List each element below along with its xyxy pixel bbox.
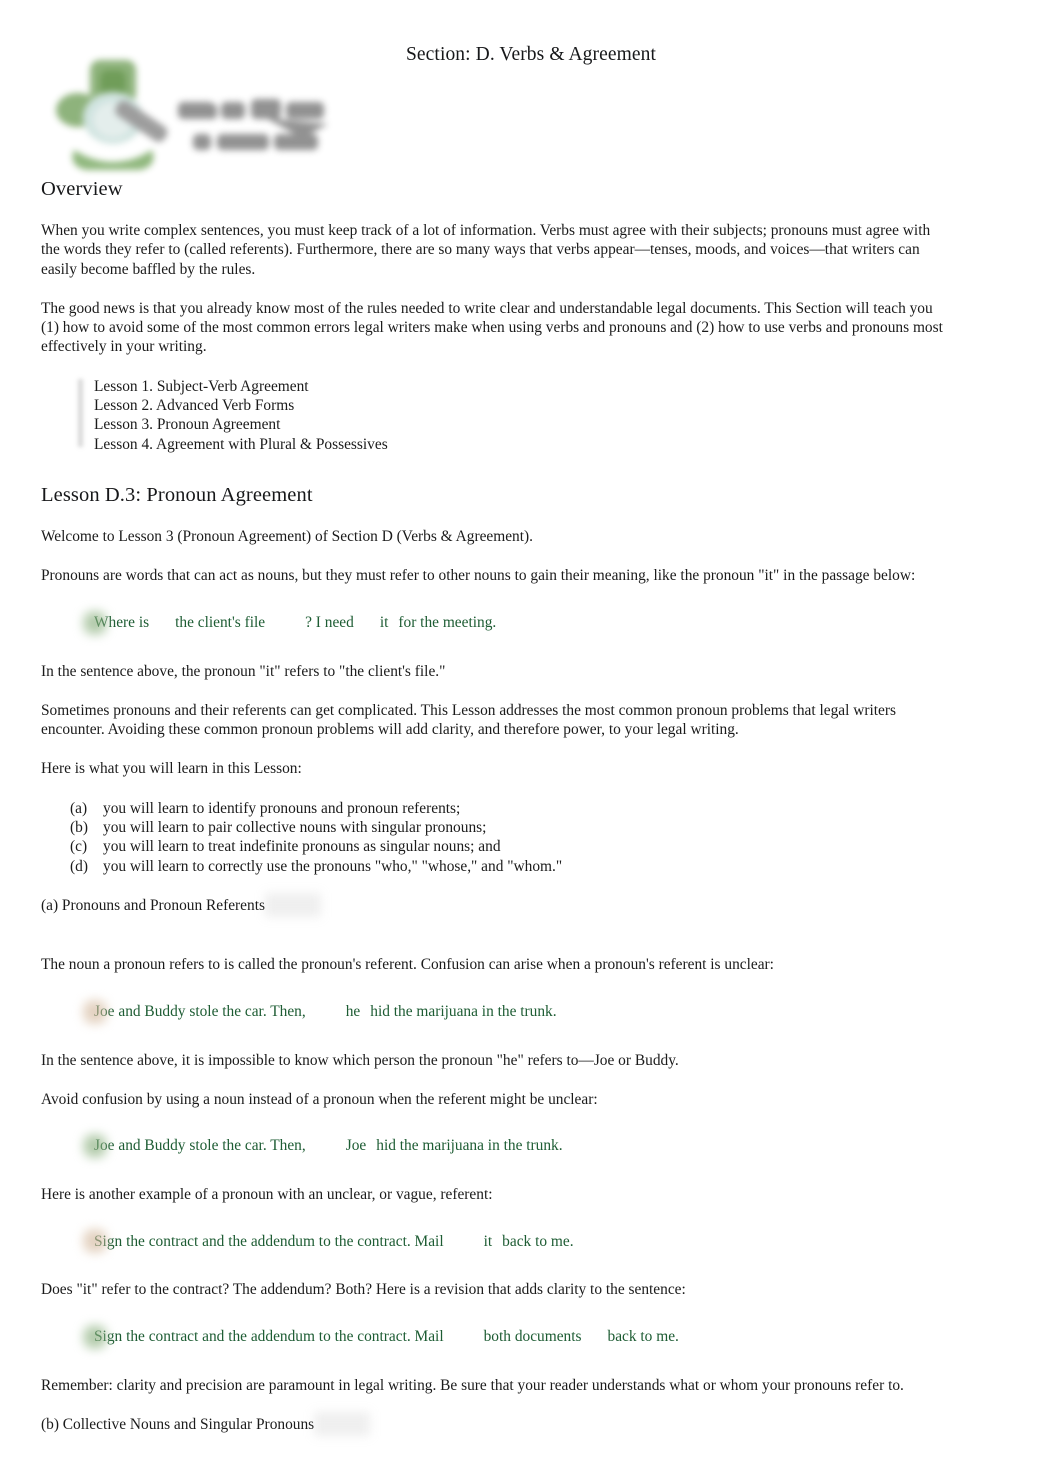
example-part: Joe [345, 1137, 367, 1155]
incorrect-marker-icon [81, 1227, 109, 1256]
unclear-explanation-paragraph: In the sentence above, it is impossible … [41, 1051, 679, 1069]
list-item-label: you will learn to treat indefinite prono… [103, 838, 501, 856]
list-item-marker: (c) [70, 838, 88, 856]
complications-paragraph: Sometimes pronouns and their referents c… [41, 701, 896, 739]
referent-definition-paragraph: The noun a pronoun refers to is called t… [41, 956, 774, 974]
subsection-a-heading: (a) Pronouns and Pronoun Referents [41, 892, 321, 917]
example-part: for the meeting. [398, 613, 497, 631]
lesson-heading: Lesson D.3: Pronoun Agreement [41, 483, 313, 506]
example-part: back to me. [607, 1328, 679, 1346]
example-part: Joe and Buddy stole the car. Then, [94, 1002, 306, 1020]
list-item-label: you will learn to correctly use the pron… [103, 857, 563, 875]
example-part: it [379, 613, 389, 631]
highlight-smudge-decoration [264, 892, 321, 917]
example-part: it [483, 1232, 493, 1250]
list-item: Lesson 4. Agreement with Plural & Posses… [94, 435, 388, 453]
subsection-a-heading-row: (a) Pronouns and Pronoun Referents [41, 892, 947, 935]
example-part: hid the marijuana in the trunk. [370, 1002, 557, 1020]
list-item-label: you will learn to identify pronouns and … [103, 799, 461, 817]
objectives-list: (a) you will learn to identify pronouns … [41, 799, 947, 876]
list-item: Lesson 1. Subject-Verb Agreement [94, 377, 309, 395]
example-callout: Where is the client's file? I need it for t… [41, 606, 947, 640]
example-part: back to me. [502, 1232, 574, 1250]
page-header: Section: D. Verbs & Agreement [0, 0, 1062, 170]
list-item: (a) you will learn to identify pronouns … [70, 799, 947, 818]
example-callout: Joe and Buddy stole the car. Then, Joe hid… [41, 1129, 947, 1163]
list-item: (b) you will learn to pair collective no… [70, 818, 947, 837]
example-part: he [345, 1002, 361, 1020]
example-part: hid the marijuana in the trunk. [376, 1137, 563, 1155]
page-title: Section: D. Verbs & Agreement [405, 44, 657, 65]
overview-heading: Overview [41, 178, 123, 200]
document-page: Section: D. Verbs & Agreement Overview W… [0, 0, 1062, 1437]
overview-paragraph-1: When you write complex sentences, you mu… [41, 222, 931, 278]
highlight-smudge-decoration [314, 1412, 371, 1437]
avoid-confusion-paragraph: Avoid confusion by using a noun instead … [41, 1090, 598, 1108]
example-part: Sign the contract and the addendum to th… [94, 1328, 444, 1346]
after-example-paragraph: In the sentence above, the pronoun "it" … [41, 662, 446, 680]
document-body: Overview When you write complex sentence… [41, 178, 947, 1474]
example-sentence: Sign the contract and the addendum to th… [94, 1232, 574, 1251]
example-part: Sign the contract and the addendum to th… [94, 1232, 444, 1250]
list-item: (d) you will learn to correctly use the … [70, 857, 947, 876]
example-sentence: Where is the client's file? I need it for t… [94, 613, 496, 632]
objectives-intro-paragraph: Here is what you will learn in this Less… [41, 760, 302, 778]
list-item: Lesson 2. Advanced Verb Forms [94, 397, 295, 415]
list-item: Lesson 3. Pronoun Agreement [94, 416, 281, 434]
remember-paragraph: Remember: clarity and precision are para… [41, 1376, 904, 1394]
correct-marker-icon [81, 1322, 109, 1351]
lesson-welcome-paragraph: Welcome to Lesson 3 (Pronoun Agreement) … [41, 527, 533, 545]
subsection-b-heading-row: (b) Collective Nouns and Singular Pronou… [41, 1412, 947, 1454]
left-rule-decoration [77, 378, 84, 447]
list-item: (c) you will learn to treat indefinite p… [70, 837, 947, 856]
example-part: the client's file [175, 613, 266, 631]
subsection-b-heading: (b) Collective Nouns and Singular Pronou… [41, 1412, 371, 1437]
lesson-list: Lesson 1. Subject-Verb Agreement Lesson … [41, 377, 947, 454]
list-item-label: you will learn to pair collective nouns … [103, 819, 487, 837]
vague-referent-intro-paragraph: Here is another example of a pronoun wit… [41, 1186, 493, 1204]
revision-question-paragraph: Does "it" refer to the contract? The add… [41, 1281, 686, 1299]
list-item-marker: (a) [70, 799, 88, 817]
correct-marker-icon [81, 1132, 109, 1161]
example-callout: Sign the contract and the addendum to th… [41, 1320, 947, 1354]
example-part: ? I need [305, 613, 354, 631]
example-sentence: Joe and Buddy stole the car. Then, Joe hid… [94, 1136, 563, 1155]
example-callout: Joe and Buddy stole the car. Then, he hid … [41, 995, 947, 1029]
overview-paragraph-2: The good news is that you already know m… [41, 299, 943, 356]
example-sentence: Sign the contract and the addendum to th… [94, 1327, 679, 1346]
list-item-marker: (d) [70, 857, 88, 875]
example-callout: Sign the contract and the addendum to th… [41, 1224, 947, 1258]
example-part: both documents [483, 1328, 582, 1346]
example-part: Joe and Buddy stole the car. Then, [94, 1137, 306, 1155]
list-item-marker: (b) [70, 819, 88, 837]
correct-marker-icon [81, 608, 109, 637]
lesson-intro-paragraph: Pronouns are words that can act as nouns… [41, 567, 916, 585]
example-sentence: Joe and Buddy stole the car. Then, he hid … [94, 1002, 557, 1021]
incorrect-marker-icon [81, 997, 109, 1026]
